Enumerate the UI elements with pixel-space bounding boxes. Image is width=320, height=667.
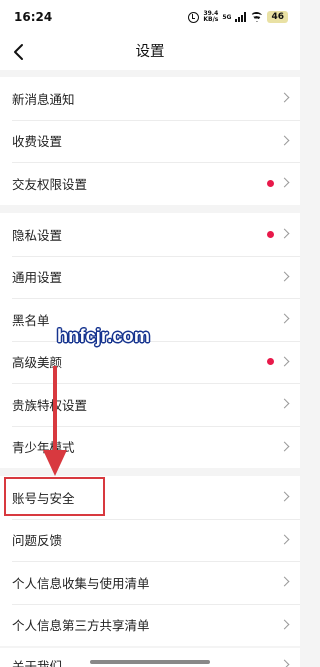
settings-item-feedback[interactable]: 问题反馈 <box>0 518 300 562</box>
settings-item-label: 关于我们 <box>12 658 63 667</box>
chevron-right-icon <box>279 313 290 324</box>
chevron-right-icon <box>279 92 290 103</box>
watermark-text: hnfcjr.com <box>57 326 151 346</box>
chevron-right-icon <box>279 619 290 630</box>
signal-icon <box>235 12 247 22</box>
chevron-right-icon <box>279 659 290 667</box>
settings-item-label: 黑名单 <box>12 312 50 328</box>
settings-item-label: 问题反馈 <box>12 533 63 549</box>
settings-group-1: 新消息通知 收费设置 交友权限设置 <box>0 77 300 205</box>
alarm-icon <box>188 11 200 23</box>
settings-item-label: 个人信息第三方共享清单 <box>12 618 150 634</box>
highlight-box-annotation <box>4 477 105 516</box>
chevron-right-icon <box>279 576 290 587</box>
settings-item-general[interactable]: 通用设置 <box>0 255 300 299</box>
notification-dot <box>267 179 274 187</box>
chevron-right-icon <box>279 398 290 409</box>
notification-dot <box>267 358 274 366</box>
red-arrow-annotation <box>43 366 67 476</box>
home-indicator[interactable] <box>90 660 210 664</box>
chevron-right-icon <box>279 135 290 146</box>
settings-item-personal-info-collection[interactable]: 个人信息收集与使用清单 <box>0 561 300 604</box>
chevron-right-icon <box>279 177 290 188</box>
network-type: 5G <box>222 13 232 21</box>
settings-item-about-us[interactable]: 关于我们 <box>0 648 300 667</box>
settings-item-label: 收费设置 <box>12 134 63 150</box>
network-speed-unit: KB/s <box>203 16 219 23</box>
chevron-right-icon <box>279 228 290 239</box>
settings-item-label: 交友权限设置 <box>12 176 88 192</box>
settings-item-friend-permission[interactable]: 交友权限设置 <box>0 162 300 205</box>
settings-screen: 16:24 39.4 KB/s 5G 46 设置 新消息通知 收费设置 交友权限… <box>0 0 300 667</box>
settings-item-about-us-partial: 关于我们 <box>0 648 300 667</box>
wifi-icon <box>250 12 263 22</box>
chevron-right-icon <box>279 534 290 545</box>
network-speed: 39.4 KB/s <box>203 11 218 23</box>
settings-item-label: 新消息通知 <box>12 91 75 107</box>
settings-item-label: 个人信息收集与使用清单 <box>12 575 150 591</box>
chevron-right-icon <box>279 356 290 367</box>
settings-item-charge-settings[interactable]: 收费设置 <box>0 119 300 163</box>
battery-icon: 46 <box>267 11 288 23</box>
notification-dot <box>267 230 274 238</box>
chevron-right-icon <box>279 271 290 282</box>
settings-item-third-party-sharing[interactable]: 个人信息第三方共享清单 <box>0 603 300 647</box>
page-title: 设置 <box>135 44 165 60</box>
status-icons: 39.4 KB/s 5G 46 <box>188 11 288 23</box>
status-bar: 16:24 39.4 KB/s 5G 46 <box>0 0 300 34</box>
nav-bar: 设置 <box>0 34 300 70</box>
settings-item-label: 通用设置 <box>12 270 63 286</box>
chevron-right-icon <box>279 491 290 502</box>
settings-item-new-message-notification[interactable]: 新消息通知 <box>0 77 300 120</box>
chevron-right-icon <box>279 441 290 452</box>
settings-item-privacy[interactable]: 隐私设置 <box>0 213 300 256</box>
settings-item-label: 隐私设置 <box>12 227 63 243</box>
status-time: 16:24 <box>14 10 53 24</box>
